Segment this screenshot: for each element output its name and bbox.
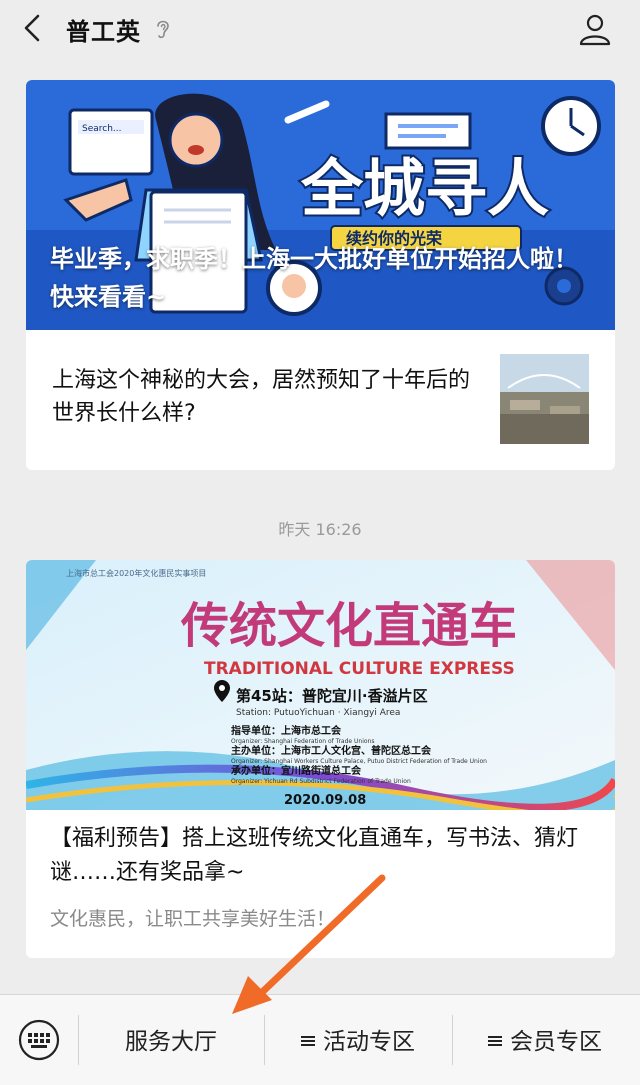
top-bar: 普工英 (0, 0, 640, 56)
keyboard-icon[interactable] (18, 1019, 60, 1061)
banner-station: 第45站：普陀宜川·香溢片区 (236, 687, 428, 705)
menu-divider (452, 1015, 453, 1065)
banner-headline: 全城寻人 (300, 152, 549, 225)
message-timestamp: 昨天 16:26 (278, 520, 362, 539)
account-title: 普工英 (66, 18, 141, 46)
banner-station-en: Station: PutuoYichuan · Xiangyi Area (236, 708, 400, 718)
banner-guide-en: Organizer: Shanghai Federation of Trade … (231, 738, 374, 745)
banner-guide: 指导单位：上海市总工会 (231, 724, 341, 737)
article-title: 上海这个神秘的大会，居然预知了十年后的世界长什么样? (52, 368, 471, 426)
banner-host: 主办单位：上海市工人文化宫、普陀区总工会 (231, 744, 431, 757)
menu-label: 服务大厅 (125, 1029, 217, 1055)
menu-service-hall[interactable]: 服务大厅 (80, 1025, 262, 1059)
article-group-card: Search... 全城寻人 续约你的光荣 毕业季，求职季！上海一大批好单位开始… (26, 80, 615, 470)
banner-exec: 承办单位：宜川路街道总工会 (231, 764, 361, 777)
article-thumbnail (500, 354, 589, 444)
menu-member-zone[interactable]: 会员专区 (454, 1025, 636, 1059)
bottom-menu: 服务大厅 活动专区 会员专区 (0, 994, 640, 1085)
article-banner: 上海市总工会2020年文化惠民实事项目 传统文化直通车 TRADITIONAL … (26, 560, 615, 819)
banner-exec-en: Organizer: Yichuan Rd Subdistrict Federa… (231, 778, 411, 785)
hamburger-icon (301, 1035, 315, 1046)
ear-icon[interactable] (154, 17, 172, 41)
back-icon[interactable] (20, 14, 46, 42)
banner-title-cn: 传统文化直通车 (180, 598, 517, 654)
article-digest: 文化惠民，让职工共享美好生活！ (50, 908, 336, 930)
banner-search-text: Search... (82, 124, 122, 134)
lead-article-title: 毕业季，求职季！上海一大批好单位开始招人啦！快来看看~ (50, 245, 578, 311)
article-card[interactable]: 上海市总工会2020年文化惠民实事项目 传统文化直通车 TRADITIONAL … (26, 560, 615, 958)
lead-article[interactable]: Search... 全城寻人 续约你的光荣 毕业季，求职季！上海一大批好单位开始… (26, 80, 615, 330)
banner-title-en: TRADITIONAL CULTURE EXPRESS (204, 659, 515, 679)
menu-divider (78, 1015, 79, 1065)
profile-icon[interactable] (576, 10, 614, 48)
article-list-item[interactable]: 上海这个神秘的大会，居然预知了十年后的世界长什么样? (26, 330, 615, 470)
banner-top-text: 上海市总工会2020年文化惠民实事项目 (66, 568, 206, 578)
hamburger-icon (488, 1035, 502, 1046)
menu-divider (264, 1015, 265, 1065)
article-title: 【福利预告】搭上这班传统文化直通车，写书法、猜灯谜……还有奖品拿~ (50, 826, 579, 885)
menu-activity-zone[interactable]: 活动专区 (266, 1025, 450, 1059)
menu-label: 会员专区 (510, 1029, 602, 1055)
menu-label: 活动专区 (323, 1029, 415, 1055)
banner-date: 2020.09.08 (284, 793, 366, 808)
banner-host-en: Organizer: Shanghai Workers Culture Pala… (231, 758, 487, 765)
